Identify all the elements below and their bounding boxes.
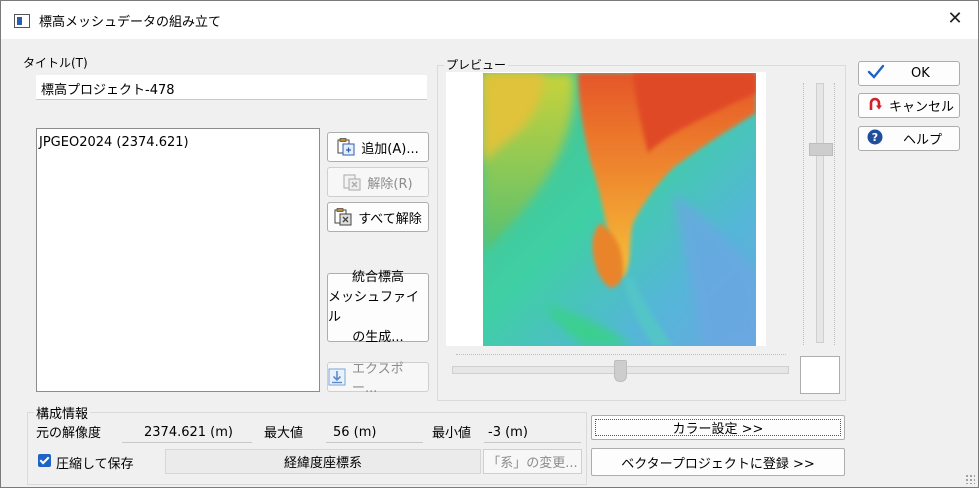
preview-label: プレビュー: [444, 56, 509, 73]
min-value: -3 (m): [488, 425, 528, 440]
svg-text:?: ?: [872, 131, 878, 144]
title-input-value: 標高プロジェクト-478: [41, 83, 175, 98]
list-item[interactable]: JPGEO2024 (2374.621): [39, 135, 189, 150]
resolution-value: 2374.621 (m): [144, 425, 233, 440]
export-button-label: エクスポー...: [352, 362, 404, 396]
cancel-button[interactable]: キャンセル: [858, 93, 960, 118]
register-vector-button[interactable]: ベクタープロジェクトに登録 >>: [591, 448, 845, 476]
config-label: 構成情報: [34, 403, 91, 422]
register-vector-label: ベクタープロジェクトに登録 >>: [621, 456, 815, 472]
generate-mesh-button[interactable]: 統合標高 メッシュファイル の生成...: [327, 270, 429, 345]
vertical-slider-ticks: [803, 83, 807, 345]
resolution-label: 元の解像度: [36, 426, 102, 441]
ok-button-label: OK: [911, 66, 930, 81]
change-system-label: 「系」の変更...: [487, 456, 578, 471]
horizontal-slider-ticks: [456, 354, 786, 357]
resolution-field: 2374.621 (m): [122, 418, 252, 443]
dialog-window: 標高メッシュデータの組み立て ✕ タイトル(T) 標高プロジェクト-478 JP…: [0, 0, 979, 488]
compress-label[interactable]: 圧縮して保存: [56, 453, 134, 472]
remove-all-button[interactable]: すべて解除: [327, 202, 429, 232]
vertical-slider-thumb[interactable]: [809, 143, 833, 156]
max-field: 56 (m): [326, 418, 423, 443]
generate-label-line3: の生成...: [352, 329, 404, 345]
min-label: 最小値: [432, 426, 472, 441]
export-button[interactable]: エクスポー...: [327, 362, 429, 396]
remove-all-icon: [334, 208, 352, 226]
title-input[interactable]: 標高プロジェクト-478: [36, 75, 427, 100]
min-field: -3 (m): [484, 418, 581, 443]
change-system-button[interactable]: 「系」の変更...: [483, 449, 582, 474]
help-button[interactable]: ? ヘルプ: [858, 126, 960, 151]
max-value: 56 (m): [333, 425, 377, 440]
compress-checkbox[interactable]: [38, 454, 51, 467]
app-icon: [14, 14, 30, 28]
add-button[interactable]: 追加(A)...: [327, 132, 429, 162]
elevation-map-image: [483, 73, 756, 346]
help-button-label: ヘルプ: [903, 133, 943, 148]
color-settings-button[interactable]: カラー設定 >>: [591, 415, 845, 440]
horizontal-slider-thumb[interactable]: [614, 360, 627, 382]
remove-button[interactable]: 解除(R): [327, 167, 429, 197]
add-file-icon: [337, 138, 355, 156]
cancel-button-label: キャンセル: [889, 100, 955, 115]
help-icon: ?: [867, 129, 889, 149]
remove-button-label: 解除(R): [367, 176, 413, 192]
export-icon: [328, 368, 346, 386]
preview-corner-box[interactable]: [800, 356, 840, 394]
focus-ring: [595, 419, 841, 436]
mesh-list[interactable]: JPGEO2024 (2374.621): [36, 128, 320, 392]
coordinate-system-button[interactable]: 経緯度座標系: [165, 449, 481, 474]
coordinate-system-label: 経緯度座標系: [283, 456, 362, 471]
generate-label-line2: メッシュファイル: [328, 289, 420, 325]
add-button-label: 追加(A)...: [361, 141, 419, 157]
check-icon: [867, 64, 889, 84]
max-label: 最大値: [264, 426, 304, 441]
vertical-slider-track[interactable]: [816, 83, 824, 343]
ok-button[interactable]: OK: [858, 61, 960, 86]
resize-grip[interactable]: [965, 474, 975, 484]
remove-all-button-label: すべて解除: [358, 211, 422, 227]
title-bar: 標高メッシュデータの組み立て ✕: [1, 1, 978, 39]
remove-file-icon: [343, 173, 361, 191]
undo-arrow-icon: [867, 96, 889, 116]
title-label: タイトル(T): [23, 56, 88, 70]
vertical-slider-ticks-right: [834, 83, 838, 345]
generate-label-line1: 統合標高: [351, 269, 404, 285]
close-button[interactable]: ✕: [932, 1, 978, 39]
window-title: 標高メッシュデータの組み立て: [39, 15, 222, 30]
